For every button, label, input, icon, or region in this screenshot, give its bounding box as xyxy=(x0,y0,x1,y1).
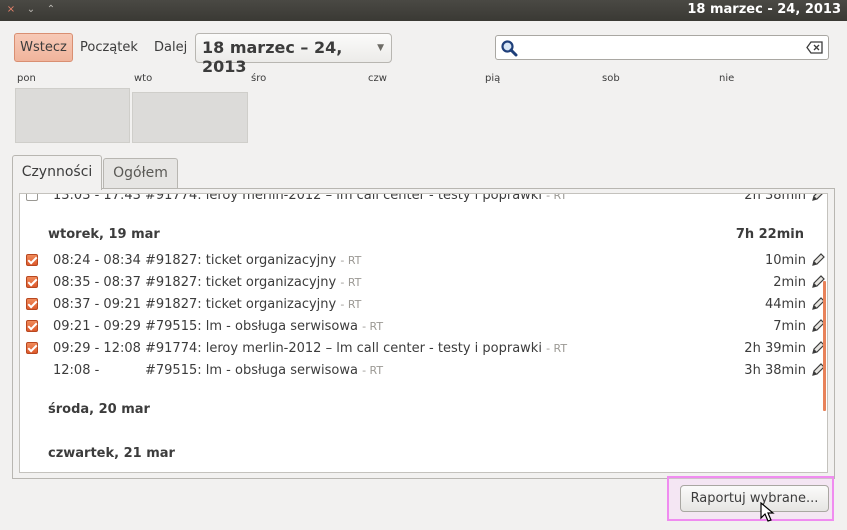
edit-pencil-icon[interactable] xyxy=(810,252,826,268)
row-time: 09:21 - 09:29 xyxy=(53,319,141,334)
day-header: wtorek, 19 mar xyxy=(48,227,160,242)
row-time: 12:08 - xyxy=(53,363,100,378)
row-duration: 2h 39min xyxy=(744,341,806,356)
chevron-down-icon: ▼ xyxy=(377,43,384,53)
row-task: #91774: leroy merlin-2012 – lm call cent… xyxy=(145,341,568,356)
day-header: środa, 20 mar xyxy=(48,402,150,417)
maximize-window-icon[interactable]: ⌃ xyxy=(44,3,58,17)
date-range-label: 18 marzec – 24, 2013 xyxy=(202,38,343,76)
clear-search-icon[interactable] xyxy=(806,41,824,54)
back-button[interactable]: Wstecz xyxy=(14,33,73,62)
row-duration: 2h 38min xyxy=(744,193,806,203)
row-checkbox[interactable] xyxy=(26,320,38,332)
row-duration: 7min xyxy=(773,319,806,334)
row-task: #91827: ticket organizacyjny - RT xyxy=(145,253,362,268)
search-box[interactable] xyxy=(495,35,829,60)
day-label-sat: sob xyxy=(602,73,620,84)
list-item[interactable]: 08:37 - 09:21 #91827: ticket organizacyj… xyxy=(20,294,827,316)
list-item[interactable]: 09:21 - 09:29 #79515: lm - obsługa serwi… xyxy=(20,316,827,338)
row-task: #79515: lm - obsługa serwisowa - RT xyxy=(145,319,384,334)
activity-list[interactable]: 13:03 - 17:43 #91774: leroy merlin-2012 … xyxy=(19,193,828,473)
report-selected-button[interactable]: Raportuj wybrane... xyxy=(680,485,829,512)
day-activity-bar-mon[interactable] xyxy=(15,88,130,143)
row-time: 09:29 - 12:08 xyxy=(53,341,141,356)
row-checkbox[interactable] xyxy=(26,254,38,266)
search-input[interactable] xyxy=(521,38,801,57)
row-time: 13:03 - 17:43 xyxy=(53,193,141,203)
day-label-wed: śro xyxy=(251,73,267,84)
list-item[interactable]: 09:29 - 12:08 #91774: leroy merlin-2012 … xyxy=(20,338,827,360)
list-item[interactable]: 08:35 - 08:37 #91827: ticket organizacyj… xyxy=(20,272,827,294)
list-item[interactable]: 13:03 - 17:43 #91774: leroy merlin-2012 … xyxy=(20,193,827,207)
day-label-fri: pią xyxy=(485,73,501,84)
edit-pencil-icon[interactable] xyxy=(810,193,826,203)
row-duration: 3h 38min xyxy=(744,363,806,378)
mouse-cursor-icon xyxy=(760,502,775,522)
window-title: 18 marzec - 24, 2013 xyxy=(687,2,841,17)
list-item[interactable]: 08:24 - 08:34 #91827: ticket organizacyj… xyxy=(20,250,827,272)
row-checkbox[interactable] xyxy=(26,298,38,310)
search-icon xyxy=(501,40,518,57)
row-task: #91827: ticket organizacyjny - RT xyxy=(145,297,362,312)
row-task: #91774: leroy merlin-2012 – lm call cent… xyxy=(145,193,568,203)
row-duration: 10min xyxy=(764,253,806,268)
row-time: 08:24 - 08:34 xyxy=(53,253,141,268)
title-bar: × ⌄ ⌃ 18 marzec - 24, 2013 xyxy=(0,0,847,21)
day-activity-bar-tue[interactable] xyxy=(132,92,248,143)
list-scrollbar[interactable] xyxy=(823,281,826,411)
minimize-window-icon[interactable]: ⌄ xyxy=(24,3,38,17)
day-header: czwartek, 21 mar xyxy=(48,446,175,461)
start-button[interactable]: Początek xyxy=(80,33,138,62)
row-task: #91827: ticket organizacyjny - RT xyxy=(145,275,362,290)
day-label-sun: nie xyxy=(719,73,735,84)
next-button[interactable]: Dalej xyxy=(154,33,187,62)
tab-activities[interactable]: Czynności xyxy=(12,155,102,190)
close-window-icon[interactable]: × xyxy=(4,3,18,17)
row-checkbox[interactable] xyxy=(26,276,38,288)
row-task: #79515: lm - obsługa serwisowa - RT xyxy=(145,363,384,378)
list-item[interactable]: 12:08 - #79515: lm - obsługa serwisowa -… xyxy=(20,360,827,382)
row-time: 08:35 - 08:37 xyxy=(53,275,141,290)
row-duration: 2min xyxy=(773,275,806,290)
row-checkbox[interactable] xyxy=(26,194,38,201)
row-time: 08:37 - 09:21 xyxy=(53,297,141,312)
day-label-mon: pon xyxy=(17,73,36,84)
day-label-tue: wto xyxy=(134,73,153,84)
tab-overall[interactable]: Ogółem xyxy=(103,158,178,189)
day-label-thu: czw xyxy=(368,73,387,84)
row-checkbox[interactable] xyxy=(26,342,38,354)
day-total: 7h 22min xyxy=(735,227,804,242)
date-range-dropdown[interactable]: 18 marzec – 24, 2013 ▼ xyxy=(195,33,392,76)
row-duration: 44min xyxy=(764,297,806,312)
